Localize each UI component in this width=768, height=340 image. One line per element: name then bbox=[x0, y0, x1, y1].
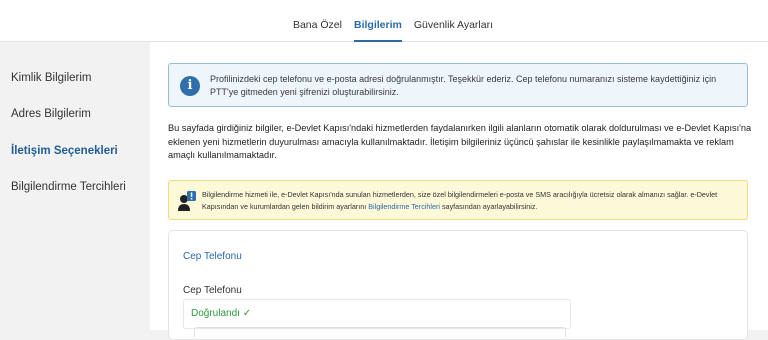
tab-guvenlik-ayarlari[interactable]: Güvenlik Ayarları bbox=[414, 0, 493, 42]
tab-bana-ozel[interactable]: Bana Özel bbox=[293, 0, 342, 42]
main-content: i Profilinizdeki cep telefonu ve e-posta… bbox=[150, 42, 768, 340]
notification-alert-text: Bilgilendirme hizmeti ile, e-Devlet Kapı… bbox=[202, 189, 742, 212]
phone-field-label: Cep Telefonu bbox=[183, 285, 242, 296]
phone-verified-field: Doğrulandı ✓ bbox=[183, 299, 571, 337]
top-navigation-bar: Bana Özel Bilgilerim Güvenlik Ayarları bbox=[0, 0, 768, 42]
notification-alert: Bilgilendirme hizmeti ile, e-Devlet Kapı… bbox=[168, 180, 748, 220]
phone-number-input[interactable] bbox=[194, 327, 566, 337]
phone-card-title: Cep Telefonu bbox=[183, 251, 242, 262]
info-icon: i bbox=[180, 76, 200, 96]
sidebar-item-iletisim-secenekleri[interactable]: İletişim Seçenekleri bbox=[11, 145, 118, 157]
tab-bar: Bana Özel Bilgilerim Güvenlik Ayarları bbox=[0, 0, 768, 42]
notification-text-after: sayfasından ayarlayabilirsiniz. bbox=[439, 201, 538, 211]
phone-card: Cep Telefonu Cep Telefonu Doğrulandı ✓ bbox=[168, 230, 748, 340]
sidebar-item-adres-bilgilerim[interactable]: Adres Bilgilerim bbox=[11, 108, 91, 120]
info-alert-text: Profilinizdeki cep telefonu ve e-posta a… bbox=[210, 74, 717, 97]
sidebar-item-kimlik-bilgilerim[interactable]: Kimlik Bilgilerim bbox=[11, 72, 92, 84]
sidebar-item-bilgilendirme-tercihleri[interactable]: Bilgilendirme Tercihleri bbox=[11, 181, 126, 193]
page-description: Bu sayfada girdiğiniz bilgiler, e-Devlet… bbox=[168, 123, 752, 160]
sidebar: Kimlik Bilgilerim Adres Bilgilerim İleti… bbox=[0, 42, 150, 330]
bilgilendirme-tercihleri-link[interactable]: Bilgilendirme Tercihleri bbox=[368, 202, 440, 211]
user-alert-icon bbox=[178, 191, 196, 211]
info-alert: i Profilinizdeki cep telefonu ve e-posta… bbox=[168, 63, 748, 107]
tab-bilgilerim[interactable]: Bilgilerim bbox=[353, 0, 402, 42]
verified-status: Doğrulandı ✓ bbox=[191, 308, 252, 319]
